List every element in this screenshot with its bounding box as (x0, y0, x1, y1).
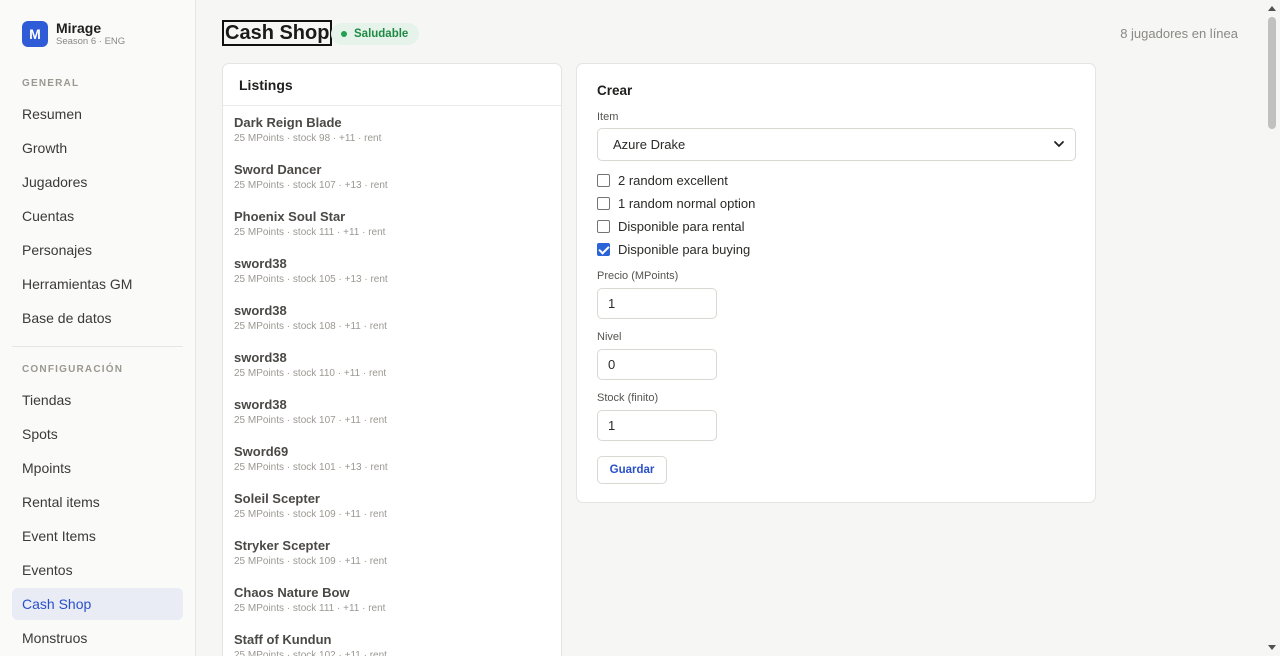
sidebar-item-growth[interactable]: Growth (12, 132, 183, 164)
listing-meta: 25 MPoints · stock 107 · +13 · rent (234, 180, 388, 191)
stock-label: Stock (finito) (597, 392, 659, 404)
sidebar-item-event-items[interactable]: Event Items (12, 520, 183, 552)
list-item[interactable]: Staff of Kundun 25 MPoints · stock 102 · … (223, 623, 561, 656)
list-item[interactable]: Chaos Nature Bow 25 MPoints · stock 111 ·… (223, 576, 561, 623)
listing-meta: 25 MPoints · stock 107 · +11 · rent (234, 415, 387, 426)
listing-name: sword38 (234, 303, 287, 318)
listing-name: Chaos Nature Bow (234, 585, 350, 600)
list-item[interactable]: sword38 25 MPoints · stock 105 · +13 · re… (223, 247, 561, 294)
price-input[interactable]: 1 (597, 288, 717, 319)
sidebar-item-resumen[interactable]: Resumen (12, 98, 183, 130)
listing-name: sword38 (234, 350, 287, 365)
list-item[interactable]: Soleil Scepter 25 MPoints · stock 109 · +… (223, 482, 561, 529)
sidebar-item-monstruos[interactable]: Monstruos (12, 622, 183, 654)
listing-name: Dark Reign Blade (234, 115, 342, 130)
page-title: Cash Shop (222, 20, 333, 46)
listing-name: Sword69 (234, 444, 289, 459)
status-badge: Saludable (331, 23, 420, 45)
listing-name: Stryker Scepter (234, 538, 331, 553)
page-scrollbar[interactable] (1264, 0, 1280, 656)
save-button[interactable]: Guardar (597, 456, 667, 484)
option-1-random-normal[interactable]: 1 random normal option (597, 194, 755, 212)
list-item[interactable]: Phoenix Soul Star 25 MPoints · stock 111 … (223, 200, 561, 247)
listings-panel: Listings Dark Reign Blade 25 MPoints · st… (222, 63, 562, 656)
list-item[interactable]: sword38 25 MPoints · stock 108 · +11 · re… (223, 294, 561, 341)
status-text: Saludable (354, 28, 409, 40)
list-item[interactable]: sword38 25 MPoints · stock 110 · +11 · re… (223, 341, 561, 388)
listings-list: Dark Reign Blade 25 MPoints · stock 98 · … (223, 106, 561, 656)
listing-meta: 25 MPoints · stock 111 · +11 · rent (234, 227, 386, 238)
brand[interactable]: M Mirage Season 6 · ENG (22, 20, 125, 48)
listing-meta: 25 MPoints · stock 108 · +11 · rent (234, 321, 387, 332)
brand-text: Mirage Season 6 · ENG (56, 19, 126, 48)
listing-name: Soleil Scepter (234, 491, 320, 506)
listing-name: sword38 (234, 397, 287, 412)
item-label: Item (597, 111, 619, 123)
option-label: 1 random normal option (618, 195, 756, 211)
create-title: Crear (597, 83, 633, 98)
stock-input[interactable]: 1 (597, 410, 717, 441)
sidebar-item-tiendas[interactable]: Tiendas (12, 384, 183, 416)
option-label: 2 random excellent (618, 172, 728, 188)
checkbox-rental[interactable] (597, 219, 610, 233)
checkbox-1-random-normal[interactable] (597, 196, 610, 210)
option-buying[interactable]: Disponible para buying (597, 240, 750, 258)
listing-name: Sword Dancer (234, 162, 322, 177)
list-item[interactable]: sword38 25 MPoints · stock 107 · +11 · re… (223, 388, 561, 435)
listings-title: Listings (223, 64, 561, 106)
listing-meta: 25 MPoints · stock 109 · +11 · rent (234, 556, 387, 567)
option-rental[interactable]: Disponible para rental (597, 217, 744, 235)
section-label-configuracion: CONFIGURACIÓN (22, 364, 124, 375)
list-item[interactable]: Sword Dancer 25 MPoints · stock 107 · +13… (223, 153, 561, 200)
item-select-value: Azure Drake (613, 137, 686, 152)
price-label: Precio (MPoints) (597, 270, 679, 282)
listing-meta: 25 MPoints · stock 105 · +13 · rent (234, 274, 388, 285)
sidebar-item-mpoints[interactable]: Mpoints (12, 452, 183, 484)
sidebar-item-eventos[interactable]: Eventos (12, 554, 183, 586)
create-panel: Crear Item Azure Drake 2 random excellen… (576, 63, 1096, 503)
scroll-thumb[interactable] (1268, 17, 1276, 129)
checkbox-2-random-excellent[interactable] (597, 173, 610, 187)
sidebar-item-jugadores[interactable]: Jugadores (12, 166, 183, 198)
online-players: 8 jugadores en línea (1120, 26, 1238, 41)
sidebar-item-cash-shop[interactable]: Cash Shop (12, 588, 183, 620)
option-label: Disponible para buying (618, 241, 751, 257)
checkbox-buying[interactable] (597, 242, 610, 256)
sidebar-item-cuentas[interactable]: Cuentas (12, 200, 183, 232)
brand-name: Mirage (56, 19, 102, 36)
sidebar-item-personajes[interactable]: Personajes (12, 234, 183, 266)
sidebar-divider (12, 346, 183, 347)
list-item[interactable]: Stryker Scepter 25 MPoints · stock 109 · … (223, 529, 561, 576)
listing-meta: 25 MPoints · stock 111 · +11 · rent (234, 603, 386, 614)
option-label: Disponible para rental (618, 218, 745, 234)
listing-name: Staff of Kundun (234, 632, 332, 647)
listing-meta: 25 MPoints · stock 110 · +11 · rent (234, 368, 387, 379)
item-select[interactable]: Azure Drake (597, 128, 1076, 161)
scroll-down-icon[interactable] (1268, 645, 1276, 650)
listing-meta: 25 MPoints · stock 98 · +11 · rent (234, 133, 382, 144)
brand-logo: M (22, 21, 48, 47)
level-label: Nivel (597, 331, 622, 343)
section-label-general: GENERAL (22, 78, 80, 89)
option-2-random-excellent[interactable]: 2 random excellent (597, 171, 728, 189)
listing-meta: 25 MPoints · stock 109 · +11 · rent (234, 509, 387, 520)
list-item[interactable]: Dark Reign Blade 25 MPoints · stock 98 · … (223, 106, 561, 153)
listing-name: sword38 (234, 256, 287, 271)
sidebar: M Mirage Season 6 · ENG GENERAL Resumen … (0, 0, 196, 656)
listing-meta: 25 MPoints · stock 101 · +13 · rent (234, 462, 388, 473)
status-dot-icon (341, 31, 347, 37)
brand-subtitle: Season 6 · ENG (56, 35, 126, 47)
sidebar-item-herramientas-gm[interactable]: Herramientas GM (12, 268, 183, 300)
scroll-up-icon[interactable] (1268, 6, 1276, 11)
sidebar-item-base-de-datos[interactable]: Base de datos (12, 302, 183, 334)
listing-meta: 25 MPoints · stock 102 · +11 · rent (234, 650, 387, 656)
list-item[interactable]: Sword69 25 MPoints · stock 101 · +13 · re… (223, 435, 561, 482)
level-input[interactable]: 0 (597, 349, 717, 380)
chevron-down-icon (1054, 141, 1064, 147)
sidebar-item-rental-items[interactable]: Rental items (12, 486, 183, 518)
listing-name: Phoenix Soul Star (234, 209, 346, 224)
sidebar-item-spots[interactable]: Spots (12, 418, 183, 450)
